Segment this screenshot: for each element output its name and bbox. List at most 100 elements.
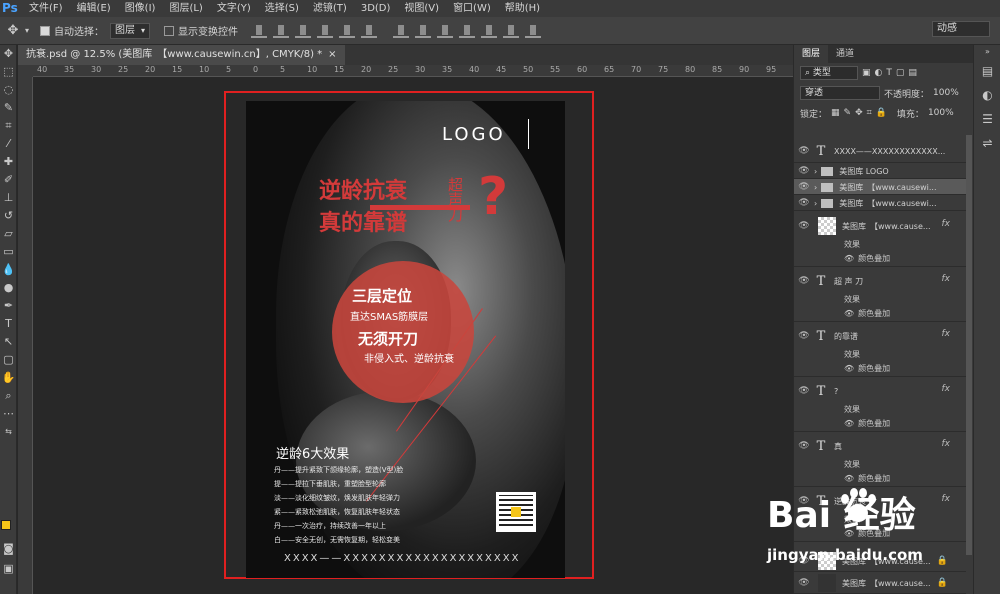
brush-tool-icon[interactable]: ✐ [0,171,17,189]
align-vcenter-icon[interactable] [273,24,289,38]
fx-icon[interactable]: fx [942,439,951,449]
align-hcenter-icon[interactable] [339,24,355,38]
poster-artboard[interactable]: LOGO 逆龄抗衰 真的靠谱 超声刀 ? 三层定位 直达SMAS筋膜层 无须开刀… [246,101,565,578]
ruler-top[interactable]: 40 35 30 25 20 15 10 5 0 5 10 15 20 25 30 35 40 45 50 55 60 6… [33,65,793,77]
menu-item-help[interactable]: 帮助(H) [498,0,547,17]
eraser-tool-icon[interactable]: ▱ [0,225,17,243]
eye-icon[interactable]: 👁 [794,221,814,231]
eye-icon[interactable]: 👁 [844,364,854,373]
dodge-tool-icon[interactable]: ● [0,279,17,297]
history-icon[interactable]: ⇌ [974,131,1000,155]
filter-shape-icon[interactable]: ▢ [896,68,905,78]
layer-row[interactable]: 👁 › 美图库 【www.causewi... [794,179,966,195]
layers-scrollbar[interactable] [966,135,972,555]
eye-icon[interactable]: 👁 [794,441,814,451]
menu-item-filter[interactable]: 滤镜(T) [306,0,354,17]
align-right-icon[interactable] [361,24,377,38]
move-tool-icon[interactable]: ✥ [4,22,22,40]
fx-icon[interactable]: fx [942,329,951,339]
layer-row[interactable]: 👁 T? fx 效果 👁 颜色叠加 [794,380,966,432]
eye-icon[interactable]: 👁 [844,254,854,263]
distribute-top-icon[interactable] [393,24,409,38]
more-tools-icon[interactable]: ⋯ [0,405,17,423]
workspace-dropdown[interactable]: 动感 [932,21,990,37]
close-icon[interactable]: × [328,45,336,65]
show-transform-checkbox[interactable] [164,25,174,36]
screen-mode-icon[interactable]: ▣ [0,560,17,578]
lock-artboard-icon[interactable]: ⌗ [867,108,872,118]
adjustments-icon[interactable]: ◐ [974,83,1000,107]
auto-select-checkbox[interactable] [40,25,50,36]
layer-row[interactable]: 👁 › 美图库 【www.causewi... [794,195,966,211]
quick-select-icon[interactable]: ✎ [0,99,17,117]
chevron-right-icon[interactable]: › [814,167,817,176]
align-bottom-icon[interactable] [295,24,311,38]
menu-item-image[interactable]: 图像(I) [118,0,163,17]
effect-row[interactable]: 👁 颜色叠加 [794,361,966,375]
effect-row[interactable]: 👁 颜色叠加 [794,306,966,320]
canvas-area[interactable]: LOGO 逆龄抗衰 真的靠谱 超声刀 ? 三层定位 直达SMAS筋膜层 无须开刀… [34,78,793,594]
lock-pixels-icon[interactable]: ▦ [831,108,840,118]
menu-item-type[interactable]: 文字(Y) [210,0,258,17]
menu-item-select[interactable]: 选择(S) [258,0,306,17]
distribute-hcenter-icon[interactable] [481,24,497,38]
align-left-icon[interactable] [317,24,333,38]
history-brush-icon[interactable]: ↺ [0,207,17,225]
eye-icon[interactable]: 👁 [794,276,814,286]
clone-stamp-icon[interactable]: ⊥ [0,189,17,207]
collapse-icon[interactable]: » [974,45,1000,59]
type-tool-icon[interactable]: T [0,315,17,333]
document-tab[interactable]: 抗衰.psd @ 12.5% (美图库 【www.causewin.cn】, C… [18,45,345,65]
eye-icon[interactable]: 👁 [844,419,854,428]
fill-value[interactable]: 100% [928,108,954,118]
distribute-left-icon[interactable] [459,24,475,38]
layer-row[interactable]: 👁 T XXXX——XXXXXXXXXXXX... [794,140,966,163]
menu-item-layer[interactable]: 图层(L) [162,0,209,17]
tab-layers[interactable]: 图层 [794,45,829,63]
layer-row[interactable]: 👁 › 美图库 LOGO [794,163,966,179]
eye-icon[interactable]: 👁 [794,386,814,396]
eye-icon[interactable]: 👁 [794,166,814,176]
menu-item-3d[interactable]: 3D(D) [354,0,398,17]
effect-row[interactable]: 👁 颜色叠加 [794,251,966,265]
pen-tool-icon[interactable]: ✒ [0,297,17,315]
opacity-value[interactable]: 100% [933,88,959,98]
fx-icon[interactable]: fx [942,219,951,229]
tab-channels[interactable]: 通道 [828,45,862,63]
menu-item-file[interactable]: 文件(F) [22,0,70,17]
properties-icon[interactable]: ☰ [974,107,1000,131]
blur-tool-icon[interactable]: 💧 [0,261,17,279]
lasso-tool-icon[interactable]: ◌ [0,81,17,99]
shape-tool-icon[interactable]: ▢ [0,351,17,369]
hand-tool-icon[interactable]: ✋ [0,369,17,387]
healing-brush-icon[interactable]: ✚ [0,153,17,171]
eye-icon[interactable]: 👁 [794,182,814,192]
filter-pixel-icon[interactable]: ▣ [862,68,871,78]
eyedropper-icon[interactable]: ⁄ [0,135,17,153]
crop-tool-icon[interactable]: ⌗ [0,117,17,135]
eye-icon[interactable]: 👁 [794,198,814,208]
menu-item-edit[interactable]: 编辑(E) [70,0,118,17]
blend-mode-dropdown[interactable]: 穿透 [800,86,880,100]
lock-paint-icon[interactable]: ✎ [844,108,852,118]
gradient-tool-icon[interactable]: ▭ [0,243,17,261]
marquee-tool-icon[interactable]: ⬚ [0,63,17,81]
distribute-bottom-icon[interactable] [437,24,453,38]
layer-row[interactable]: 👁 美图库 【www.cause... fx 效果 👁 颜色叠加 [794,215,966,267]
lock-all-icon[interactable]: 🔒 [876,108,887,118]
quick-mask-icon[interactable]: ◙ [0,540,17,558]
auto-align-icon[interactable] [525,24,541,38]
chevron-right-icon[interactable]: › [814,183,817,192]
foreground-color-swatch[interactable] [1,520,11,530]
distribute-vcenter-icon[interactable] [415,24,431,38]
chevron-down-icon[interactable]: ▾ [22,22,32,40]
fx-icon[interactable]: fx [942,274,951,284]
fx-icon[interactable]: fx [942,384,951,394]
eye-icon[interactable]: 👁 [844,309,854,318]
auto-select-dropdown[interactable]: 图层 ▾ [110,22,150,39]
layers-icon[interactable]: ▤ [974,59,1000,83]
ruler-left[interactable] [18,77,33,594]
path-select-icon[interactable]: ↖ [0,333,17,351]
eye-icon[interactable]: 👁 [794,331,814,341]
swap-colors-icon[interactable]: ⇆ [0,423,17,441]
